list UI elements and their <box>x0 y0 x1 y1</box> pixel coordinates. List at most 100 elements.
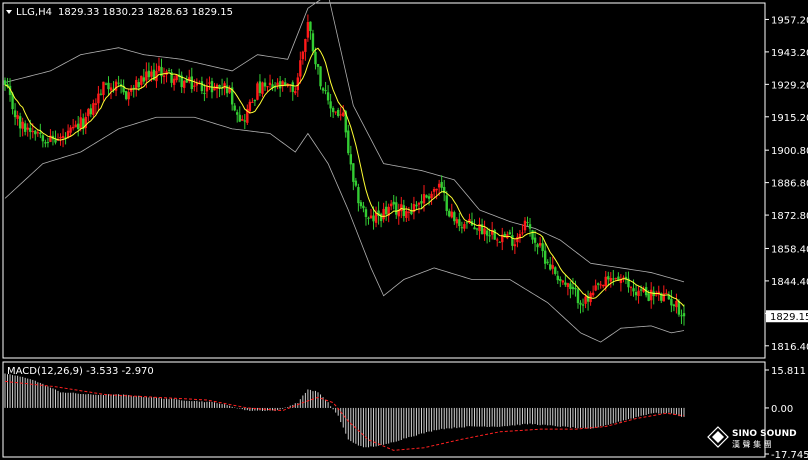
candle-body <box>253 100 257 102</box>
candle-body <box>268 82 272 86</box>
candlestick-series[interactable] <box>3 14 686 326</box>
candle-body <box>554 267 557 274</box>
candle-body <box>41 135 45 142</box>
candle-body <box>92 103 95 115</box>
bollinger-bands <box>4 0 685 343</box>
candle-body <box>637 290 640 297</box>
candle-body <box>463 224 466 229</box>
candle-body <box>647 293 650 301</box>
candle-body <box>183 80 186 88</box>
candle-body <box>672 304 676 307</box>
candle-body <box>309 21 312 32</box>
ohlc-readout: 1829.33 1830.23 1828.63 1829.15 <box>58 7 233 18</box>
candle-body <box>97 93 100 104</box>
candle-body <box>26 127 29 130</box>
price-tick-label: 1900.80 <box>771 146 808 157</box>
price-tick-label: 1943.20 <box>771 48 808 59</box>
candle-body <box>511 235 514 246</box>
candle-body <box>301 51 305 60</box>
candle-body <box>670 298 673 306</box>
candle-body <box>432 188 436 192</box>
candle-body <box>405 211 408 218</box>
candle-body <box>157 65 161 71</box>
candle-body <box>29 127 32 132</box>
candle-body <box>291 82 294 92</box>
candle-body <box>579 302 582 305</box>
candle-body <box>680 315 683 317</box>
candle-body <box>193 85 196 87</box>
current-price-label: 1829.15 <box>770 312 808 323</box>
price-axis: 1957.20 1943.20 1929.20 1915.20 1900.80 1886.… <box>765 15 808 353</box>
candle-body <box>331 107 335 113</box>
candle-body <box>114 81 118 91</box>
price-tick-label: 1816.40 <box>771 342 808 353</box>
candle-body <box>632 288 635 292</box>
macd-signal-line <box>4 380 685 451</box>
candle-body <box>402 205 406 217</box>
candle-body <box>223 83 226 89</box>
candle-body <box>354 180 358 186</box>
candle-body <box>407 211 411 213</box>
ma-line <box>4 47 685 307</box>
candle-body <box>31 131 34 133</box>
candle-body <box>392 201 395 205</box>
candle-body <box>369 215 373 219</box>
candle-body <box>94 103 98 105</box>
candle-body <box>34 130 37 135</box>
candle-body <box>417 202 421 205</box>
candle-body <box>384 206 388 215</box>
candle-body <box>541 243 544 252</box>
candle-body <box>329 101 332 109</box>
candle-body <box>54 139 57 143</box>
candle-body <box>445 195 448 211</box>
candle-body <box>44 142 47 144</box>
price-tick-label: 1929.20 <box>771 80 808 91</box>
candle-body <box>533 237 537 243</box>
candle-body <box>475 228 479 230</box>
candle-body <box>342 112 345 117</box>
sino-sound-logo: SINO SOUND 漢 聲 集 團 <box>707 426 797 449</box>
price-tick-label: 1844.40 <box>771 277 808 288</box>
candle-body <box>508 232 512 235</box>
trading-chart[interactable]: 1957.20 1943.20 1929.20 1915.20 1900.80 1886.… <box>0 0 808 460</box>
candle-body <box>276 82 279 86</box>
candle-body <box>316 64 320 67</box>
candle-body <box>59 136 62 139</box>
candle-body <box>162 75 166 77</box>
candle-body <box>251 101 254 103</box>
candle-body <box>437 183 441 188</box>
candle-body <box>135 79 138 89</box>
candle-body <box>79 117 82 129</box>
candle-body <box>675 300 678 308</box>
candle-body <box>127 92 130 100</box>
candle-body <box>278 81 282 89</box>
candle-body <box>410 210 413 215</box>
candle-body <box>448 210 451 217</box>
candle-body <box>450 211 453 218</box>
candle-body <box>352 163 355 182</box>
candle-body <box>551 265 554 269</box>
candle-body <box>526 222 529 224</box>
macd-label: MACD(12,26,9) -3.533 -2.970 <box>7 366 154 377</box>
candle-body <box>256 83 259 100</box>
candle-body <box>677 301 681 315</box>
candle-body <box>77 123 80 129</box>
candle-body <box>147 70 151 78</box>
candle-body <box>382 208 385 220</box>
candle-body <box>203 92 206 94</box>
candle-body <box>425 195 428 198</box>
candle-body <box>241 119 244 121</box>
candle-body <box>420 201 423 204</box>
logo-brand: SINO SOUND <box>732 429 797 439</box>
candle-body <box>460 227 464 229</box>
candle-body <box>172 78 176 85</box>
candle-body <box>294 91 297 94</box>
candle-body <box>455 219 459 224</box>
candle-body <box>400 204 403 212</box>
candle-body <box>21 121 24 129</box>
candle-body <box>314 51 317 65</box>
candle-body <box>69 127 72 133</box>
candle-body <box>208 82 211 84</box>
candle-body <box>415 204 418 207</box>
dropdown-triangle-icon[interactable] <box>6 10 12 14</box>
